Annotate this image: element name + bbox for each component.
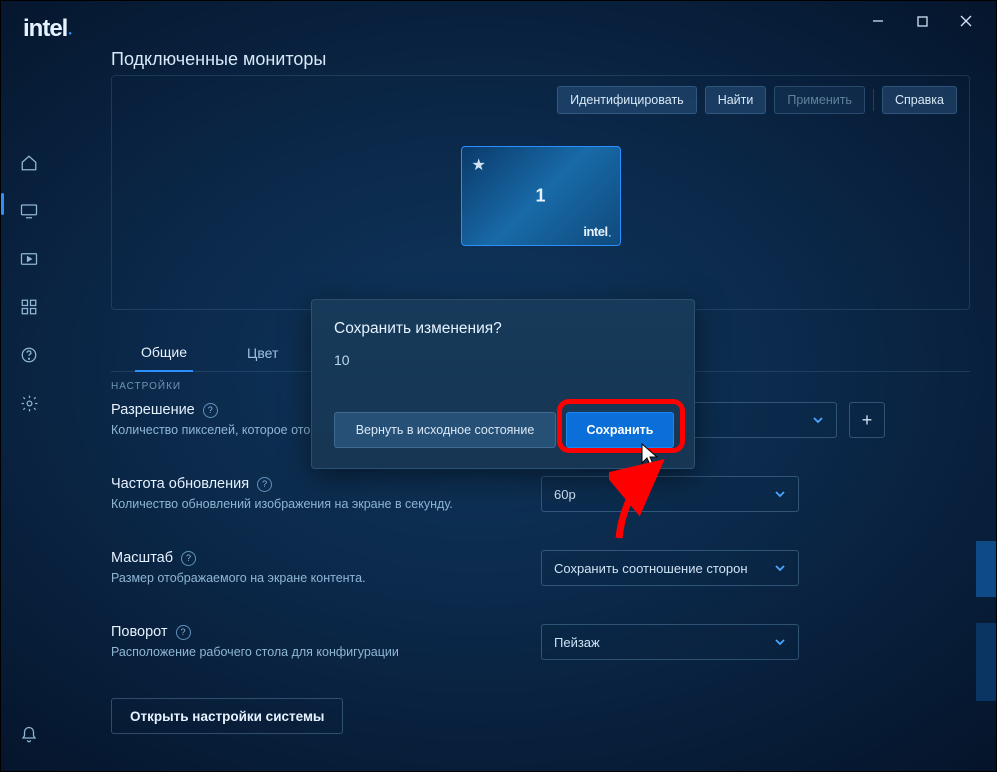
help-icon[interactable] [19, 345, 39, 365]
sidebar [1, 141, 57, 771]
gear-icon[interactable] [19, 393, 39, 413]
rotation-desc: Расположение рабочего стола для конфигур… [111, 644, 521, 661]
annotation-highlight [557, 399, 685, 453]
help-icon[interactable]: ? [257, 477, 272, 492]
scale-desc: Размер отображаемого на экране контента. [111, 570, 521, 587]
star-icon: ★ [472, 155, 486, 175]
tab-color[interactable]: Цвет [241, 334, 284, 372]
scale-title: Масштаб [111, 550, 173, 566]
decor [976, 541, 996, 597]
monitor-tile-1[interactable]: ★ 1 intel● [461, 146, 621, 246]
find-button[interactable]: Найти [705, 86, 767, 114]
minimize-button[interactable] [856, 6, 900, 36]
refresh-desc: Количество обновлений изображения на экр… [111, 496, 521, 513]
home-icon[interactable] [19, 153, 39, 173]
close-button[interactable] [944, 6, 988, 36]
display-icon[interactable] [19, 201, 39, 221]
rotation-select[interactable]: Пейзаж [541, 624, 799, 660]
help-icon[interactable]: ? [181, 551, 196, 566]
monitor-panel: Идентифицировать Найти Применить Справка… [111, 75, 970, 310]
dialog-title: Сохранить изменения? [334, 320, 672, 338]
help-icon[interactable]: ? [176, 625, 191, 640]
dialog-countdown: 10 [334, 352, 672, 368]
intel-logo: intel● [23, 15, 70, 43]
identify-button[interactable]: Идентифицировать [557, 86, 697, 114]
resolution-title: Разрешение [111, 402, 195, 418]
open-system-settings-button[interactable]: Открыть настройки системы [111, 698, 343, 734]
revert-button[interactable]: Вернуть в исходное состояние [334, 412, 556, 448]
refresh-title: Частота обновления [111, 476, 249, 492]
row-refresh: Частота обновления? Количество обновлени… [111, 476, 970, 522]
decor [976, 623, 996, 701]
titlebar [1, 1, 996, 41]
toolbar: Идентифицировать Найти Применить Справка [557, 86, 957, 114]
add-resolution-button[interactable]: + [849, 402, 885, 438]
maximize-button[interactable] [900, 6, 944, 36]
toolbar-divider [873, 89, 874, 111]
rotation-title: Поворот [111, 624, 168, 640]
annotation-arrow [609, 458, 699, 548]
help-button[interactable]: Справка [882, 86, 957, 114]
scale-select[interactable]: Сохранить соотношение сторон [541, 550, 799, 586]
app-window: intel● Подключенные мониторы Идентифицир… [0, 0, 997, 772]
tab-general[interactable]: Общие [135, 334, 193, 372]
apps-icon[interactable] [19, 297, 39, 317]
page-title: Подключенные мониторы [111, 49, 326, 70]
apply-button: Применить [774, 86, 865, 114]
monitor-brand: intel● [583, 224, 609, 239]
bell-icon[interactable] [19, 725, 39, 745]
video-icon[interactable] [19, 249, 39, 269]
row-rotation: Поворот? Расположение рабочего стола для… [111, 624, 970, 670]
sidebar-indicator [1, 193, 4, 215]
help-icon[interactable]: ? [203, 403, 218, 418]
monitor-number: 1 [535, 186, 545, 207]
row-scale: Масштаб? Размер отображаемого на экране … [111, 550, 970, 596]
